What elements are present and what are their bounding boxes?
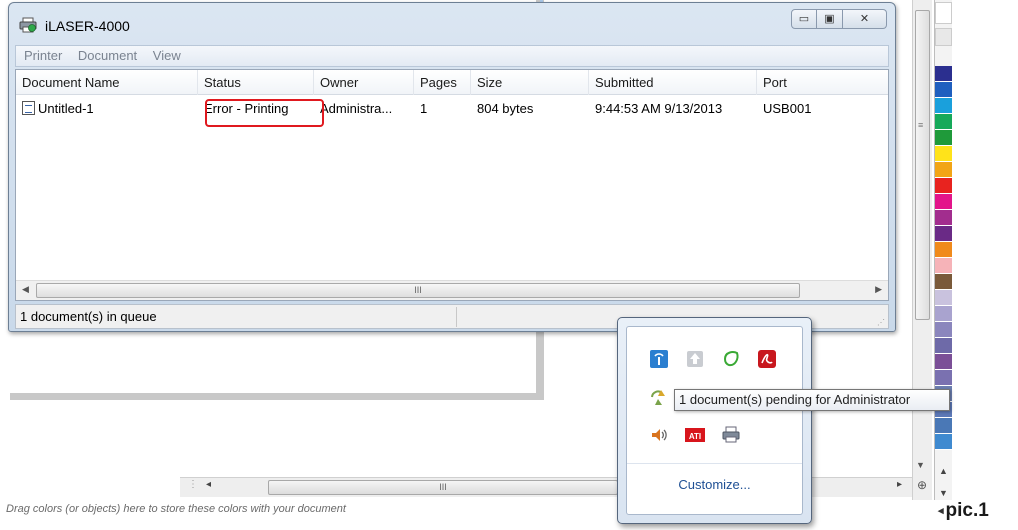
resize-grip-icon[interactable]: ⋰ — [877, 318, 885, 327]
cell-port: USB001 — [763, 101, 812, 116]
color-swatch[interactable] — [935, 290, 952, 306]
canvas-vertical-scroll-thumb[interactable] — [915, 10, 930, 320]
scroll-left-arrow-icon[interactable]: ◂ — [206, 479, 211, 490]
color-swatch[interactable] — [935, 98, 952, 114]
scroll-right-arrow-icon[interactable]: ▸ — [897, 479, 902, 490]
palette-white-swatch[interactable] — [935, 28, 952, 46]
menu-bar: Printer Document View — [15, 45, 889, 67]
color-swatch[interactable] — [935, 146, 952, 162]
color-swatch[interactable] — [935, 322, 952, 338]
scroll-grip-icon: ≡ — [918, 120, 924, 130]
list-horizontal-scrollbar[interactable]: ◀ III ▶ — [16, 280, 888, 300]
status-divider — [456, 307, 457, 327]
acrobat-icon[interactable] — [757, 349, 777, 369]
color-docker-hint: Drag colors (or objects) here to store t… — [6, 503, 346, 515]
speaker-icon[interactable] — [649, 425, 669, 445]
color-swatch[interactable] — [935, 354, 952, 370]
color-swatch[interactable] — [935, 242, 952, 258]
column-status[interactable]: Status — [198, 70, 314, 95]
tray-overflow-popup: ATI Customize... — [617, 317, 812, 524]
document-name-text: Untitled-1 — [38, 101, 94, 116]
column-pages[interactable]: Pages — [414, 70, 471, 95]
printer-tray-icon[interactable] — [721, 425, 741, 445]
status-error-highlight — [205, 99, 324, 127]
cell-pages: 1 — [420, 101, 428, 116]
figure-arrow-icon: ◂ — [938, 505, 944, 518]
palette-none-swatch[interactable] — [935, 2, 952, 24]
color-swatch[interactable] — [935, 258, 952, 274]
color-swatch[interactable] — [935, 210, 952, 226]
color-swatch[interactable] — [935, 434, 952, 450]
figure-label: ◂ pic.1 — [938, 500, 989, 522]
list-scroll-thumb[interactable]: III — [36, 283, 800, 298]
color-swatch[interactable] — [935, 114, 952, 130]
sync-icon[interactable] — [649, 387, 669, 407]
menu-printer[interactable]: Printer — [16, 46, 68, 66]
color-swatch[interactable] — [935, 338, 952, 354]
column-port[interactable]: Port — [757, 70, 890, 95]
customize-link[interactable]: Customize... — [627, 477, 802, 492]
window-controls: ▭ ▣ ✕ — [791, 9, 887, 29]
color-swatch[interactable] — [935, 274, 952, 290]
column-size[interactable]: Size — [471, 70, 589, 95]
network-icon[interactable] — [649, 349, 669, 369]
color-swatch[interactable] — [935, 306, 952, 322]
cell-submitted: 9:44:53 AM 9/13/2013 — [595, 101, 723, 116]
column-submitted[interactable]: Submitted — [589, 70, 757, 95]
figure-label-text: pic.1 — [945, 500, 989, 521]
color-swatch[interactable] — [935, 82, 952, 98]
menu-document[interactable]: Document — [72, 46, 143, 66]
color-swatch[interactable] — [935, 418, 952, 434]
printer-queue-window: iLASER-4000 ▭ ▣ ✕ Printer Document View … — [8, 2, 896, 332]
ati-label: ATI — [689, 432, 701, 441]
upload-icon[interactable] — [685, 349, 705, 369]
color-swatch[interactable] — [935, 178, 952, 194]
close-button[interactable]: ✕ — [843, 9, 887, 29]
column-document-name[interactable]: Document Name — [16, 70, 198, 95]
zoom-icon[interactable]: ⊕ — [912, 478, 932, 498]
cell-size: 804 bytes — [477, 101, 534, 116]
scroll-right-arrow-icon[interactable]: ▶ — [875, 284, 882, 295]
document-icon — [22, 101, 35, 115]
color-swatch[interactable] — [935, 162, 952, 178]
minimize-button[interactable]: ▭ — [791, 9, 817, 29]
window-title: iLASER-4000 — [45, 18, 130, 34]
title-bar[interactable]: iLASER-4000 ▭ ▣ ✕ — [9, 3, 895, 41]
cell-document-name: Untitled-1 — [16, 97, 198, 121]
maximize-button[interactable]: ▣ — [817, 9, 843, 29]
tray-separator — [627, 463, 802, 464]
queue-count-text: 1 document(s) in queue — [20, 309, 157, 324]
splitter-dots-icon[interactable]: ⋮ — [188, 479, 198, 490]
column-owner[interactable]: Owner — [314, 70, 414, 95]
color-swatch[interactable] — [935, 226, 952, 242]
ati-icon[interactable]: ATI — [685, 425, 705, 445]
document-list: Document Name Status Owner Pages Size Su… — [15, 69, 889, 301]
table-row[interactable]: Untitled-1 Error - Printing Administra..… — [16, 97, 888, 121]
color-swatch[interactable] — [935, 130, 952, 146]
color-swatch[interactable] — [935, 194, 952, 210]
palette-scroll-up-icon[interactable]: ▲ — [939, 466, 948, 476]
color-swatch[interactable] — [935, 370, 952, 386]
green-leaf-icon[interactable] — [721, 349, 741, 369]
palette-scroll-down-icon[interactable]: ▼ — [939, 488, 948, 498]
scroll-left-arrow-icon[interactable]: ◀ — [22, 284, 29, 295]
printer-tooltip: 1 document(s) pending for Administrator — [674, 389, 950, 411]
tray-icons-panel: ATI Customize... — [626, 326, 803, 515]
scroll-down-arrow-icon[interactable]: ▼ — [916, 460, 925, 470]
list-header: Document Name Status Owner Pages Size Su… — [16, 70, 888, 95]
canvas-horizontal-scroll-thumb[interactable]: III — [268, 480, 618, 495]
cell-owner: Administra... — [320, 101, 393, 116]
menu-view[interactable]: View — [147, 46, 187, 66]
color-swatch[interactable] — [935, 66, 952, 82]
printer-icon — [19, 17, 37, 33]
page-shadow-horizontal — [10, 393, 544, 400]
